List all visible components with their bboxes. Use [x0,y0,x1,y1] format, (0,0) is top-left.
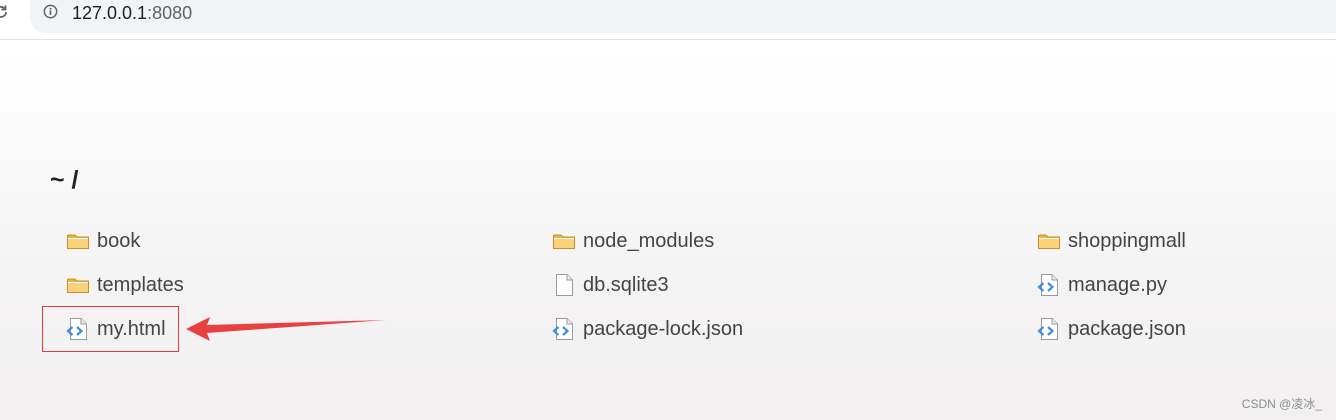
code-file-icon [1037,317,1061,341]
url-host: 127.0.0.1 [72,3,148,23]
folder-icon [66,229,90,253]
file-name: package-lock.json [583,317,744,340]
folder-icon [552,229,576,253]
file-name: package.json [1068,317,1186,340]
file-entry: book [66,226,552,270]
file-entry: node_modules [552,226,1037,270]
file-link-node-modules[interactable]: node_modules [552,226,1037,256]
url-text[interactable]: 127.0.0.1:8080 [72,2,192,24]
file-icon [552,273,576,297]
browser-toolbar: 127.0.0.1:8080 [0,0,1336,40]
file-entry: manage.py [1037,270,1316,314]
url-port: :8080 [147,3,193,23]
file-entry: shoppingmall [1037,226,1316,270]
file-name: db.sqlite3 [583,273,669,296]
file-name: manage.py [1068,273,1167,296]
address-bar[interactable] [30,0,1336,33]
file-entry: db.sqlite3 [552,270,1037,314]
file-name: node_modules [583,229,715,252]
file-name: shoppingmall [1068,229,1186,252]
folder-icon [66,273,90,297]
file-link-shoppingmall[interactable]: shoppingmall [1037,226,1316,256]
site-info-icon[interactable] [43,4,58,19]
file-entry: package.json [1037,314,1316,358]
file-name: book [97,229,141,252]
file-link-package-json[interactable]: package.json [1037,314,1316,344]
annotation-arrow [186,317,386,341]
reload-icon[interactable] [0,4,9,20]
file-link-templates[interactable]: templates [66,270,552,300]
code-file-icon [1037,273,1061,297]
page-title: ~ / [50,166,79,194]
file-link-manage-py[interactable]: manage.py [1037,270,1316,300]
highlight-box [42,306,179,352]
folder-icon [1037,229,1061,253]
file-link-package-lock-json[interactable]: package-lock.json [552,314,1037,344]
file-link-db-sqlite3[interactable]: db.sqlite3 [552,270,1037,300]
file-name: templates [97,273,184,296]
watermark: CSDN @凌冰_ [1241,397,1322,411]
code-file-icon [552,317,576,341]
file-link-book[interactable]: book [66,226,552,256]
file-entry: package-lock.json [552,314,1037,358]
